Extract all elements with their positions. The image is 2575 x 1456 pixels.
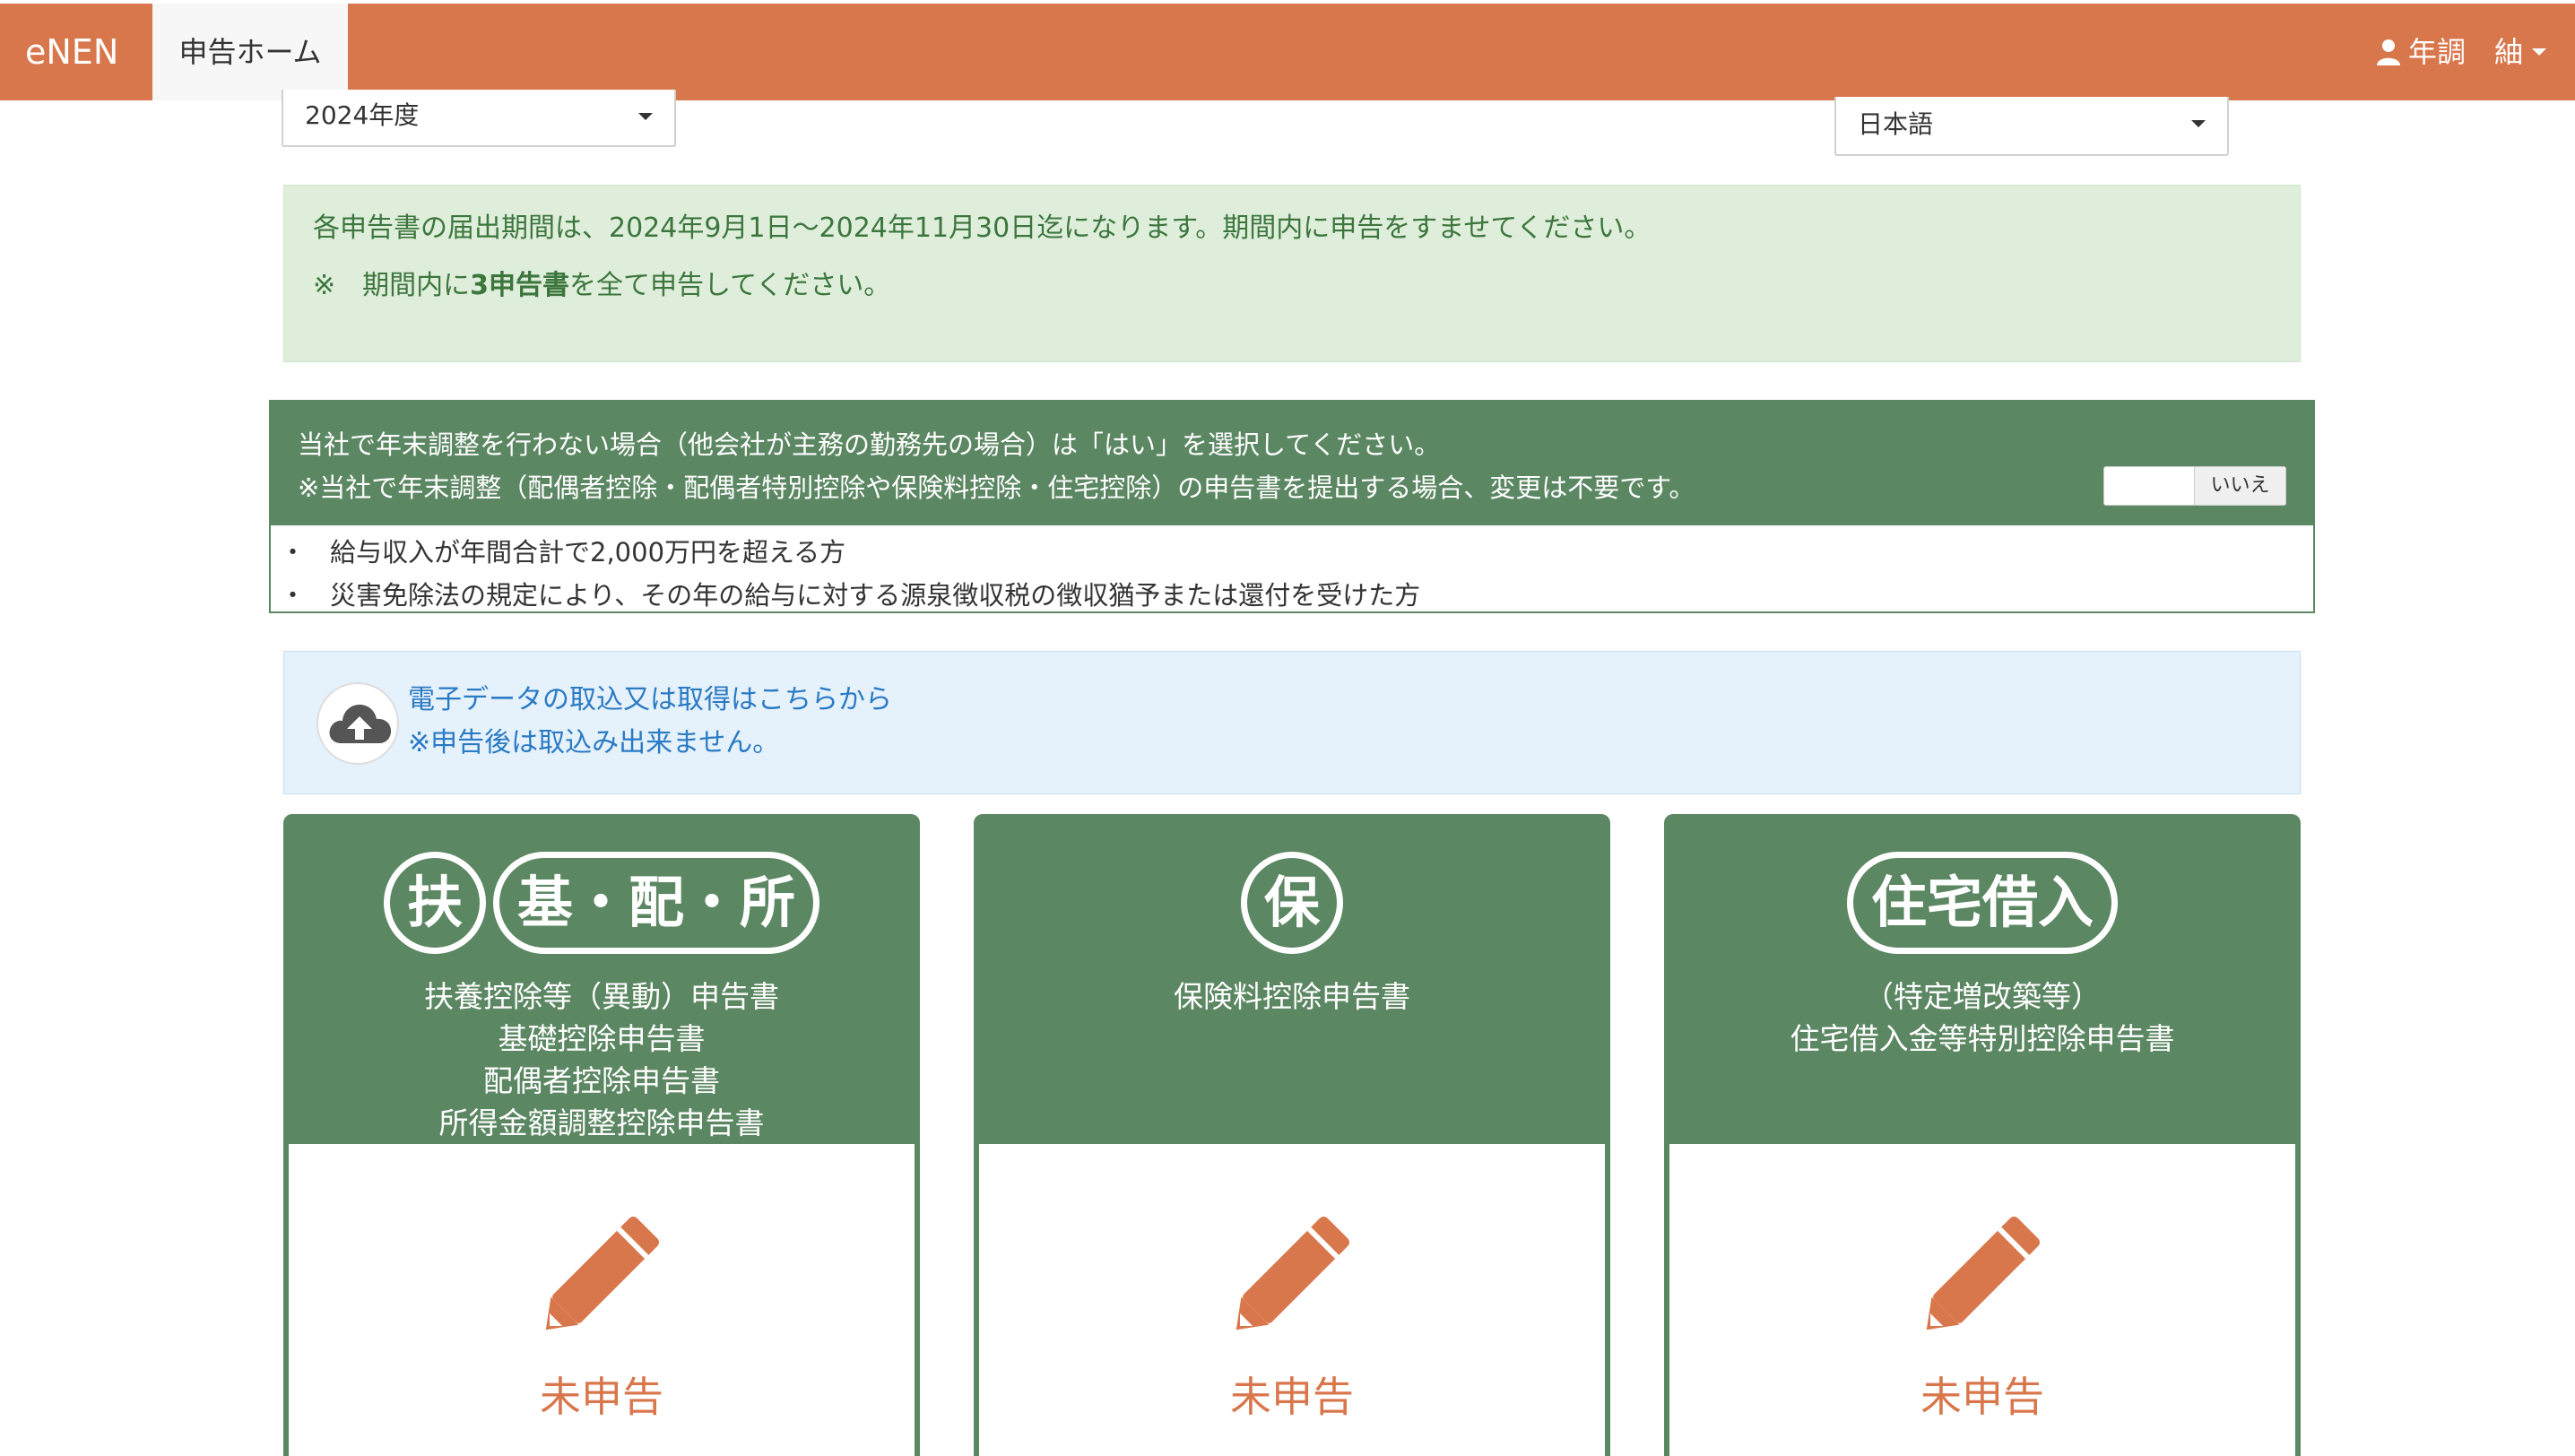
caret-down-icon: [2530, 47, 2548, 57]
language-select[interactable]: 日本語: [1834, 97, 2229, 156]
card-body[interactable]: 未申告: [289, 1144, 915, 1456]
card-title: 扶養控除等（異動）申告書: [424, 979, 779, 1014]
card-badge: 基・配・所: [492, 852, 819, 954]
pencil-icon: [1926, 1217, 2040, 1330]
card-header: 扶 基・配・所 扶養控除等（異動）申告書 基礎控除申告書 配偶者控除申告書 所得…: [283, 814, 920, 1144]
upload-panel: 電子データの取込又は取得はこちらから ※申告後は取込み出来ません。: [283, 651, 2301, 794]
year-select-value: 2024年度: [305, 100, 420, 130]
cloud-upload-icon[interactable]: [316, 682, 399, 765]
card-body[interactable]: 未申告: [979, 1144, 1605, 1456]
year-select[interactable]: 2024年度: [282, 90, 676, 147]
form-card-dependents[interactable]: 扶 基・配・所 扶養控除等（異動）申告書 基礎控除申告書 配偶者控除申告書 所得…: [283, 814, 920, 1456]
brand-logo[interactable]: eNEN: [25, 4, 118, 100]
panel-header: 当社で年末調整を行わない場合（他会社が主務の勤務先の場合）は「はい」を選択してく…: [271, 402, 2313, 525]
caret-down-icon: [638, 113, 653, 120]
pencil-icon: [545, 1217, 659, 1330]
card-status: 未申告: [1920, 1373, 2044, 1421]
pencil-icon: [1235, 1217, 1349, 1330]
notice-line-2: ※ 期間内に3申告書を全て申告してください。: [313, 268, 2271, 304]
card-titles: 保険料控除申告書: [974, 975, 1610, 1018]
yes-no-toggle[interactable]: いいえ: [2103, 466, 2286, 506]
card-title: 保険料控除申告書: [1174, 979, 1410, 1014]
card-title: 住宅借入金等特別控除申告書: [1790, 1021, 2175, 1056]
list-item: ・給与収入が年間合計で2,000万円を超える方: [280, 531, 2313, 574]
caret-down-icon: [2191, 120, 2206, 127]
card-title: 配偶者控除申告書: [483, 1063, 720, 1098]
top-navbar: eNEN 申告ホーム 年調 紬: [0, 4, 2575, 100]
card-title: 基礎控除申告書: [498, 1021, 706, 1056]
card-status: 未申告: [1230, 1373, 1354, 1421]
condition-list: ・給与収入が年間合計で2,000万円を超える方 ・災害免除法の規定により、その年…: [271, 525, 2313, 617]
list-bullet: ・: [280, 580, 307, 611]
card-badge: 住宅借入: [1846, 852, 2118, 954]
user-menu[interactable]: 年調 紬: [2376, 4, 2548, 100]
year-end-adjustment-panel: 当社で年末調整を行わない場合（他会社が主務の勤務先の場合）は「はい」を選択してく…: [269, 400, 2315, 613]
card-badge: 扶: [383, 852, 486, 954]
notice-line-2-prefix: ※ 期間内に: [313, 270, 471, 301]
list-bullet: ・: [280, 537, 307, 568]
card-header: 保 保険料控除申告書: [974, 814, 1610, 1144]
card-titles: （特定増改築等） 住宅借入金等特別控除申告書: [1664, 975, 2301, 1060]
upload-text: 電子データの取込又は取得はこちらから ※申告後は取込み出来ません。: [408, 679, 892, 765]
panel-line-2: ※当社で年末調整（配偶者控除・配偶者特別控除や保険料控除・住宅控除）の申告書を提…: [298, 472, 1695, 503]
notice-line-1: 各申告書の届出期間は、2024年9月1日〜2024年11月30日迄になります。期…: [313, 212, 1652, 244]
list-item-text: 災害免除法の規定により、その年の給与に対する源泉徴収税の徴収猶予または還付を受け…: [330, 580, 1421, 611]
upload-link[interactable]: 電子データの取込又は取得はこちらから: [408, 679, 892, 722]
card-status: 未申告: [540, 1373, 663, 1421]
card-body[interactable]: 未申告: [1669, 1144, 2295, 1456]
deadline-notice: 各申告書の届出期間は、2024年9月1日〜2024年11月30日迄になります。期…: [283, 185, 2301, 362]
user-icon: [2376, 39, 2401, 65]
card-titles: 扶養控除等（異動）申告書 基礎控除申告書 配偶者控除申告書 所得金額調整控除申告…: [283, 975, 920, 1144]
tab-home[interactable]: 申告ホーム: [152, 4, 348, 100]
form-card-insurance[interactable]: 保 保険料控除申告書 未申告: [974, 814, 1610, 1456]
notice-line-2-bold: 3申告書: [470, 270, 570, 301]
card-badges: 住宅借入: [1664, 852, 2301, 954]
card-title: 所得金額調整控除申告書: [438, 1105, 765, 1140]
card-badge: 保: [1241, 852, 1343, 954]
upload-note: ※申告後は取込み出来ません。: [408, 727, 780, 758]
form-card-housing-loan[interactable]: 住宅借入 （特定増改築等） 住宅借入金等特別控除申告書 未申告: [1664, 814, 2301, 1456]
user-name: 年調 紬: [2407, 35, 2523, 69]
notice-line-2-suffix: を全て申告してください。: [569, 270, 891, 301]
card-badges: 扶 基・配・所: [283, 852, 920, 954]
toggle-value: いいえ: [2194, 467, 2285, 505]
language-select-value: 日本語: [1858, 109, 1934, 139]
list-item: ・災害免除法の規定により、その年の給与に対する源泉徴収税の徴収猶予または還付を受…: [280, 574, 2313, 617]
panel-line-1: 当社で年末調整を行わない場合（他会社が主務の勤務先の場合）は「はい」を選択してく…: [298, 429, 1441, 460]
card-title: （特定増改築等）: [1864, 979, 2101, 1014]
card-badges: 保: [974, 852, 1610, 954]
card-header: 住宅借入 （特定増改築等） 住宅借入金等特別控除申告書: [1664, 814, 2301, 1144]
list-item-text: 給与収入が年間合計で2,000万円を超える方: [330, 537, 846, 568]
